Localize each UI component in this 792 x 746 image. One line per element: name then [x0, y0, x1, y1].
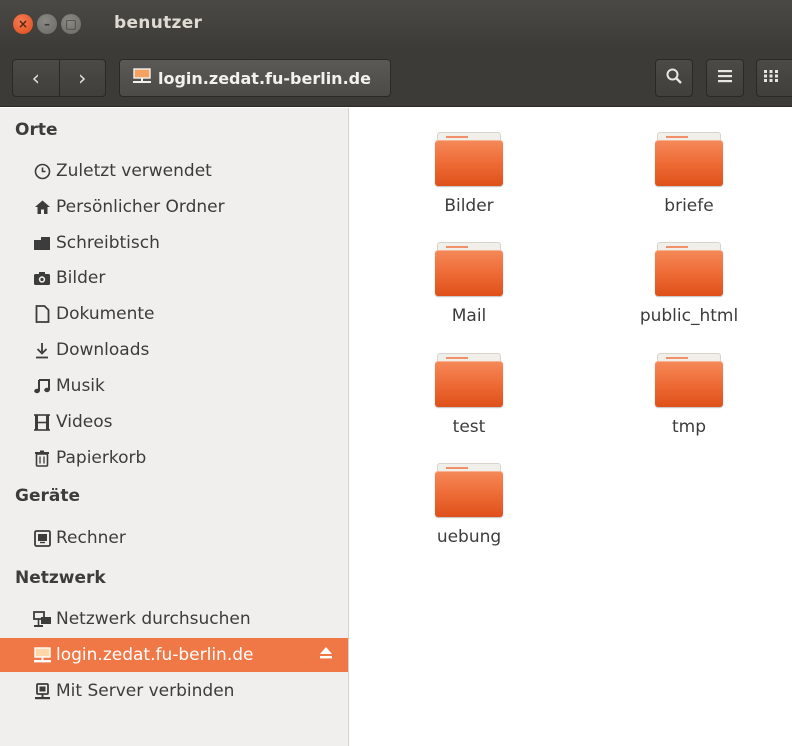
window-title: benutzer — [114, 13, 203, 33]
file-view: Bilder briefe Mail public_html test tmp … — [350, 108, 792, 746]
folder-item[interactable]: uebung — [394, 463, 544, 547]
desktop-icon — [32, 236, 52, 251]
minimize-window-button[interactable]: – — [37, 14, 57, 34]
music-icon — [32, 378, 52, 394]
folder-icon — [655, 132, 723, 186]
sidebar-item-label: Downloads — [56, 340, 150, 360]
sidebar-item-label: Mit Server verbinden — [56, 681, 235, 701]
sidebar-item-label: Musik — [56, 376, 105, 396]
trash-icon — [32, 450, 52, 467]
sidebar-item-label: Schreibtisch — [56, 233, 160, 253]
folder-item[interactable]: Mail — [394, 242, 544, 326]
path-bar-button[interactable]: login.zedat.fu-berlin.de — [119, 59, 391, 97]
sidebar-item-label: Videos — [56, 412, 113, 432]
computer-icon — [32, 529, 52, 547]
sidebar-item-label: login.zedat.fu-berlin.de — [56, 645, 254, 665]
sidebar-item-login-zedat[interactable]: login.zedat.fu-berlin.de — [0, 638, 348, 672]
folder-label: public_html — [639, 306, 739, 326]
folder-label: tmp — [671, 417, 707, 437]
server-connect-icon — [32, 682, 52, 700]
sidebar-item-music[interactable]: Musik — [0, 369, 348, 403]
sidebar-item-label: Rechner — [56, 528, 126, 548]
sidebar-item-downloads[interactable]: Downloads — [0, 333, 348, 367]
recent-icon — [32, 163, 52, 180]
folder-label: briefe — [664, 196, 714, 216]
title-bar: × – □ benutzer — [0, 0, 792, 50]
search-icon — [665, 67, 683, 90]
back-button[interactable]: ‹ — [13, 60, 59, 96]
maximize-window-button[interactable]: □ — [61, 14, 81, 34]
home-icon — [32, 199, 52, 215]
eject-icon[interactable] — [318, 645, 334, 665]
folder-icon — [655, 353, 723, 407]
sidebar-item-label: Persönlicher Ordner — [56, 197, 225, 217]
toolbar: ‹ › login.zedat.fu-berlin.de — [0, 50, 792, 107]
folder-item[interactable]: Bilder — [394, 132, 544, 216]
sidebar-item-connect-server[interactable]: Mit Server verbinden — [0, 674, 348, 708]
folder-icon — [435, 353, 503, 407]
folder-item[interactable]: public_html — [614, 242, 764, 326]
folder-label: uebung — [436, 527, 502, 547]
sidebar-item-desktop[interactable]: Schreibtisch — [0, 226, 348, 260]
sidebar-heading-places: Orte — [15, 120, 58, 140]
sidebar-item-label: Bilder — [56, 268, 106, 288]
sidebar-item-label: Zuletzt verwendet — [56, 161, 212, 181]
document-icon — [32, 305, 52, 323]
download-icon — [32, 342, 52, 359]
navigation-buttons: ‹ › — [12, 59, 106, 97]
folder-item[interactable]: tmp — [614, 353, 764, 437]
sidebar-item-pictures[interactable]: Bilder — [0, 261, 348, 295]
folder-label: Mail — [451, 306, 487, 326]
close-window-button[interactable]: × — [13, 14, 33, 34]
sidebar-heading-devices: Geräte — [15, 486, 80, 506]
folder-icon — [435, 132, 503, 186]
folder-label: test — [452, 417, 486, 437]
folder-icon — [435, 242, 503, 296]
network-server-icon — [32, 646, 52, 664]
folder-item[interactable]: test — [394, 353, 544, 437]
back-icon: ‹ — [31, 66, 40, 90]
folder-label: Bilder — [444, 196, 494, 216]
sidebar-item-documents[interactable]: Dokumente — [0, 297, 348, 331]
sidebar-item-label: Netzwerk durchsuchen — [56, 609, 251, 629]
folder-icon — [655, 242, 723, 296]
network-icon — [32, 610, 52, 628]
sidebar-heading-network: Netzwerk — [15, 568, 106, 588]
search-button[interactable] — [655, 59, 693, 97]
folder-item[interactable]: briefe — [614, 132, 764, 216]
list-view-button[interactable] — [706, 59, 744, 97]
sidebar-item-label: Dokumente — [56, 304, 155, 324]
video-icon — [32, 413, 52, 431]
network-server-icon — [132, 67, 152, 89]
sidebar-item-trash[interactable]: Papierkorb — [0, 441, 348, 475]
grid-view-button[interactable] — [756, 59, 792, 97]
sidebar: Orte Zuletzt verwendet Persönlicher Ordn… — [0, 108, 349, 746]
sidebar-item-videos[interactable]: Videos — [0, 405, 348, 439]
sidebar-item-recent[interactable]: Zuletzt verwendet — [0, 154, 348, 188]
list-view-icon — [717, 68, 733, 88]
camera-icon — [32, 271, 52, 286]
folder-icon — [435, 463, 503, 517]
sidebar-item-computer[interactable]: Rechner — [0, 521, 348, 555]
grid-view-icon — [763, 68, 779, 88]
sidebar-item-browse-network[interactable]: Netzwerk durchsuchen — [0, 602, 348, 636]
forward-button[interactable]: › — [58, 60, 106, 96]
sidebar-item-home[interactable]: Persönlicher Ordner — [0, 190, 348, 224]
sidebar-item-label: Papierkorb — [56, 448, 147, 468]
path-bar-label: login.zedat.fu-berlin.de — [158, 68, 371, 88]
forward-icon: › — [78, 66, 87, 90]
